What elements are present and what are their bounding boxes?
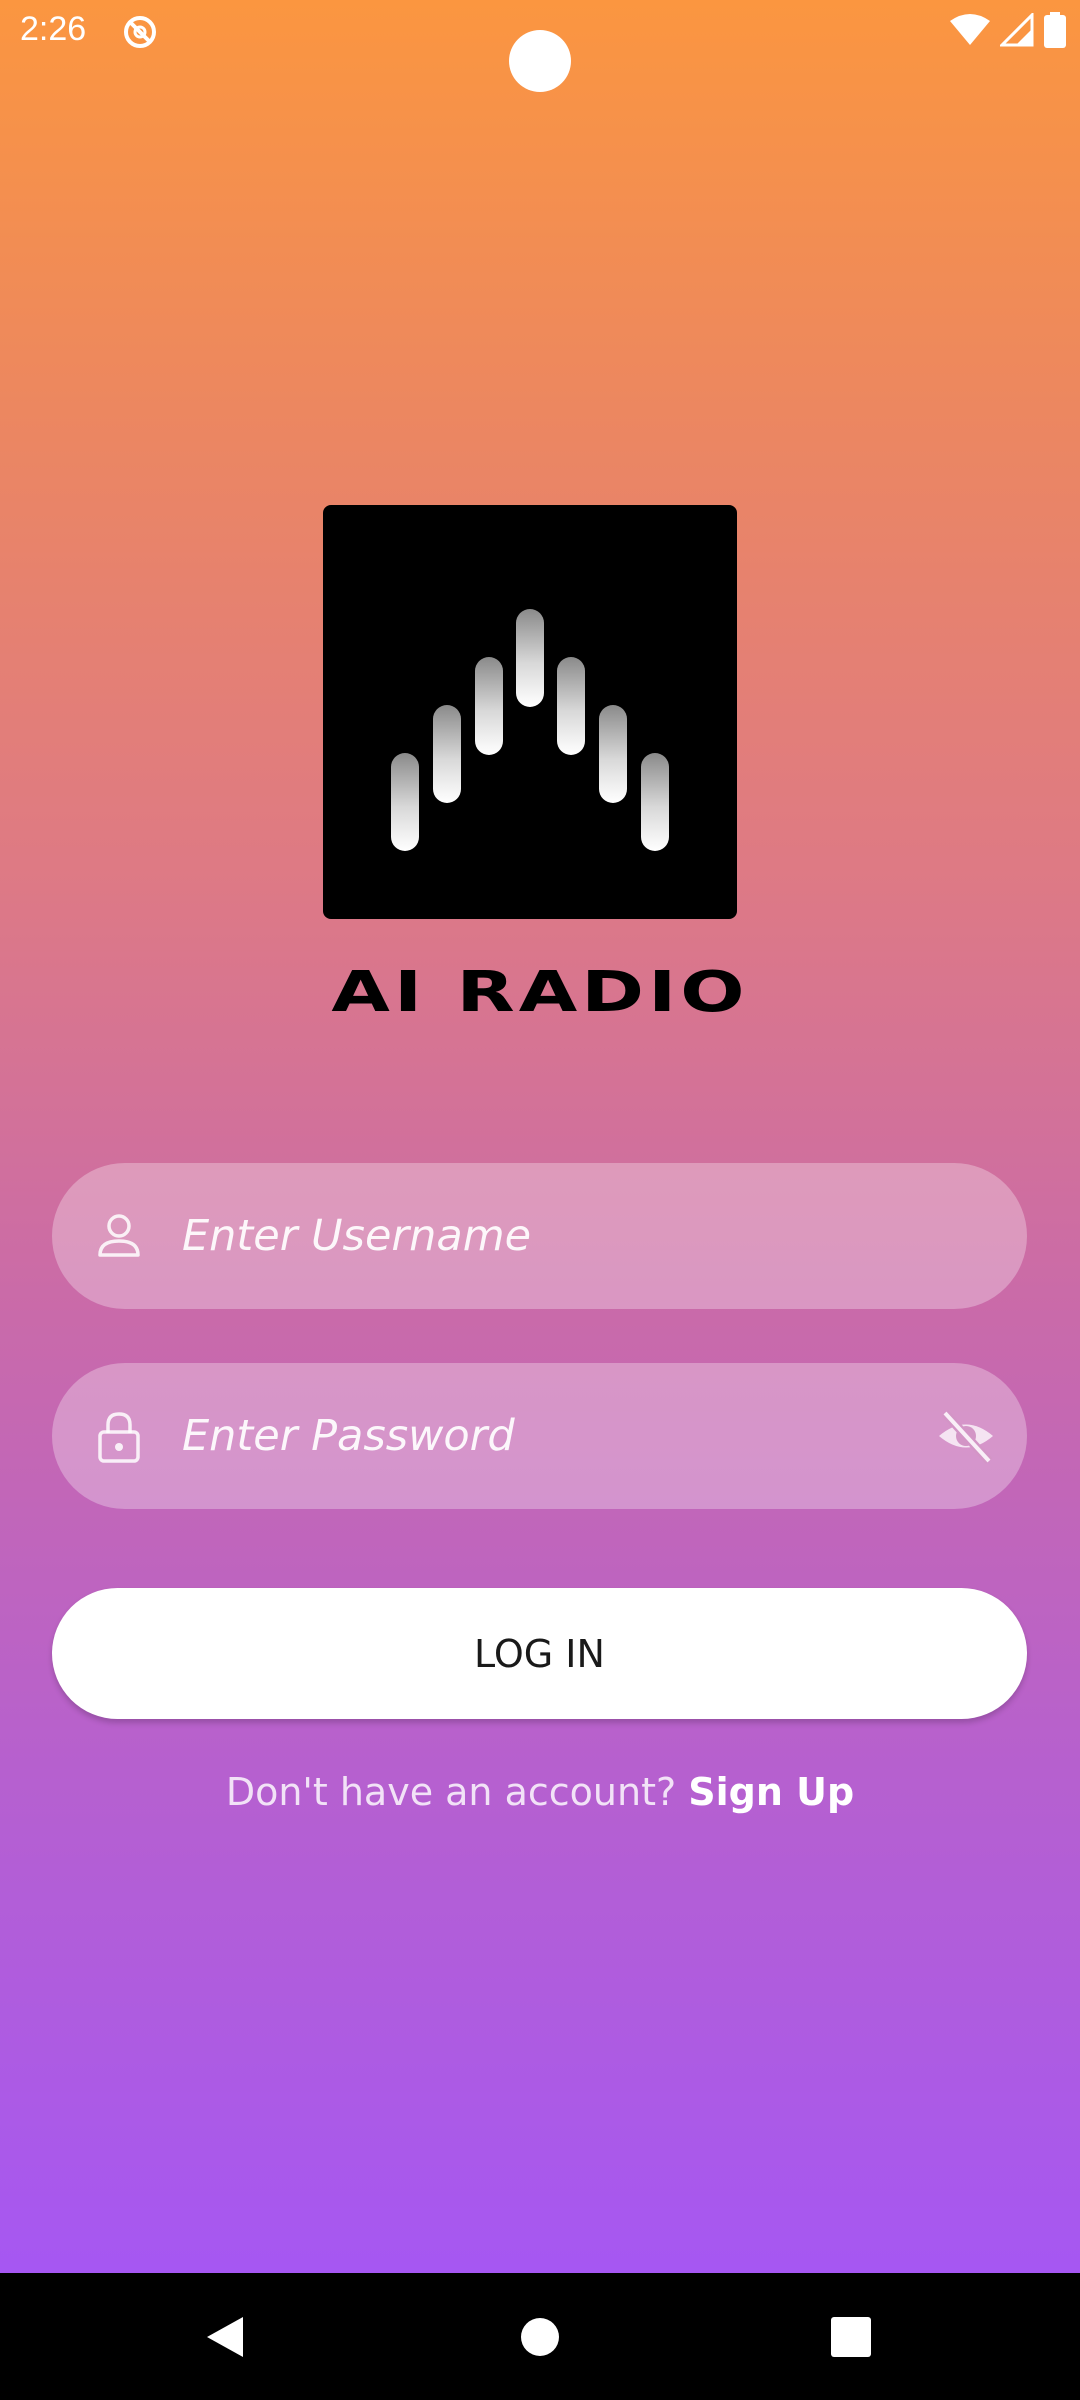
status-time: 2:26 [20, 10, 87, 48]
back-icon [207, 2316, 243, 2357]
lock-icon [98, 1412, 140, 1463]
battery-icon [1044, 12, 1066, 48]
login-screen: 2:26 AI RADIO Enter Username LOG IN Don'… [0, 0, 1080, 2273]
do-not-disturb-icon [124, 16, 156, 48]
person-icon [98, 1214, 140, 1257]
wifi-icon [950, 14, 990, 45]
username-field[interactable] [52, 1163, 1027, 1309]
camera-cutout [509, 30, 571, 92]
home-button[interactable] [460, 2273, 620, 2400]
login-button[interactable]: LOG IN [52, 1588, 1027, 1719]
cellular-signal-icon [1000, 13, 1034, 47]
signup-link[interactable]: Sign Up [688, 1770, 854, 1814]
username-input[interactable] [180, 1163, 907, 1309]
status-icons [950, 12, 1066, 48]
password-input[interactable] [180, 1363, 907, 1509]
app-title: AI RADIO [331, 960, 749, 1025]
eye-off-icon[interactable] [935, 1405, 997, 1467]
recents-button[interactable] [771, 2273, 931, 2400]
signup-prompt: Don't have an account? [225, 1770, 677, 1814]
signup-row: Don't have an account? Sign Up [0, 1770, 1080, 1814]
app-logo [323, 505, 737, 919]
password-field[interactable] [52, 1363, 1027, 1509]
equalizer-bars-icon [391, 609, 669, 851]
recents-icon [831, 2316, 871, 2357]
back-button[interactable] [145, 2273, 305, 2400]
navigation-bar [0, 2273, 1080, 2400]
home-icon [521, 2317, 559, 2356]
